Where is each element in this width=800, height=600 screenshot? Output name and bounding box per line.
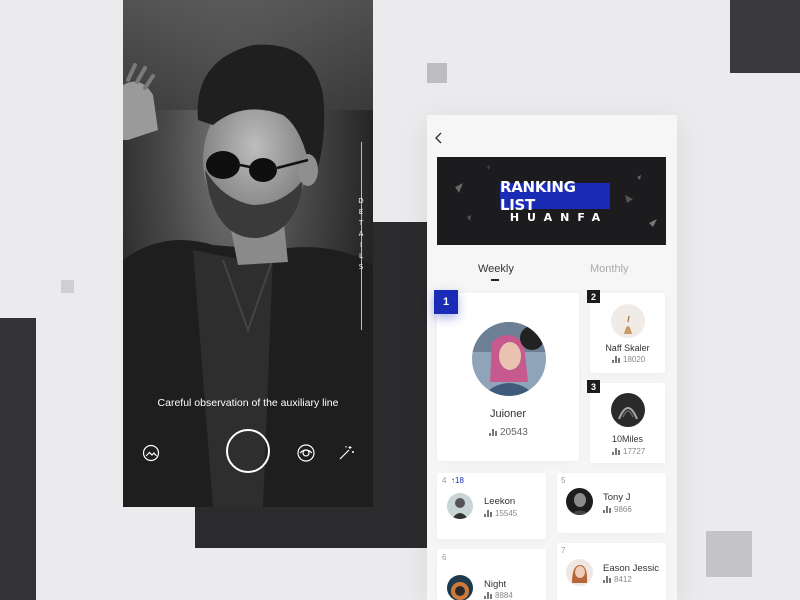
rank-name: Naff Skaler bbox=[605, 343, 650, 353]
rank-number: 6 bbox=[442, 553, 447, 562]
rank-score: 17727 bbox=[612, 447, 645, 456]
rank-name: Leekon bbox=[484, 496, 516, 507]
rank-number: 7 bbox=[561, 546, 566, 555]
rank-score: 8884 bbox=[484, 591, 513, 600]
avatar[interactable] bbox=[611, 393, 645, 427]
bar-chart-icon bbox=[612, 448, 620, 455]
bar-chart-icon bbox=[484, 592, 492, 599]
magic-wand-icon[interactable] bbox=[336, 443, 356, 463]
rank-score: 18020 bbox=[612, 355, 645, 364]
avatar[interactable] bbox=[611, 304, 645, 338]
rank-score: 20543 bbox=[489, 427, 528, 438]
avatar[interactable] bbox=[447, 575, 473, 600]
bar-chart-icon bbox=[603, 506, 611, 513]
rank-number: 5 bbox=[561, 476, 566, 485]
bar-chart-icon bbox=[484, 510, 492, 517]
rank-badge: 3 bbox=[587, 380, 600, 393]
bar-chart-icon bbox=[489, 429, 497, 436]
decor-square bbox=[61, 280, 74, 293]
rank-name: 10Miles bbox=[611, 434, 643, 444]
rank-name: Eason Jessic bbox=[603, 563, 659, 574]
decor-block bbox=[730, 0, 800, 73]
avatar[interactable] bbox=[566, 488, 593, 515]
gallery-icon[interactable] bbox=[141, 443, 161, 463]
banner-subtitle: HUANFA bbox=[509, 211, 609, 224]
avatar[interactable] bbox=[472, 322, 546, 396]
rank-score: 8412 bbox=[603, 575, 632, 584]
rank-badge: 2 bbox=[587, 290, 600, 303]
tab-monthly[interactable]: Monthly bbox=[590, 263, 629, 275]
camera-caption: Careful observation of the auxiliary lin… bbox=[157, 397, 339, 409]
shutter-button[interactable] bbox=[226, 429, 270, 473]
details-vertical-label[interactable]: D E T A I L S bbox=[353, 196, 369, 273]
rank-name: Tony J bbox=[603, 492, 631, 503]
eye-icon[interactable] bbox=[295, 442, 317, 464]
bar-chart-icon bbox=[603, 576, 611, 583]
avatar[interactable] bbox=[447, 493, 473, 519]
rank-badge: 1 bbox=[434, 290, 458, 314]
tab-weekly[interactable]: Weekly bbox=[478, 263, 514, 275]
decor-square bbox=[427, 63, 447, 83]
back-icon[interactable] bbox=[432, 131, 448, 147]
decor-square bbox=[706, 531, 752, 577]
active-tab-indicator bbox=[491, 279, 499, 281]
rank-change-up: ↑18 bbox=[451, 476, 464, 485]
decor-block bbox=[0, 318, 36, 600]
avatar[interactable] bbox=[566, 559, 593, 586]
rank-score: 9866 bbox=[603, 505, 632, 514]
rank-name: Night bbox=[484, 579, 507, 590]
banner-title: RANKING LIST bbox=[500, 178, 610, 214]
bar-chart-icon bbox=[612, 356, 620, 363]
rank-number: 4 bbox=[442, 476, 447, 485]
rank-name: Juioner bbox=[489, 408, 527, 420]
rank-score: 15545 bbox=[484, 509, 517, 518]
